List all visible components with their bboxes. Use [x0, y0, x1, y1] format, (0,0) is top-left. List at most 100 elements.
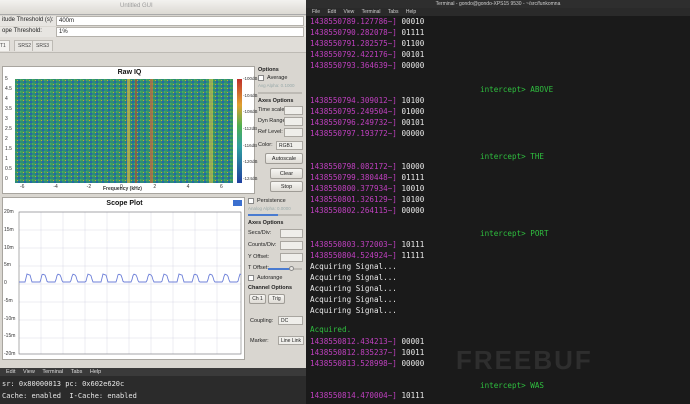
timestamp: 1438550802.264115~] — [310, 206, 397, 215]
bottom-terminal[interactable]: Edit View Terminal Tabs Help sr: 0x80000… — [0, 368, 306, 404]
clear-button[interactable]: Clear — [270, 168, 303, 179]
terminal-line: 1438550800.377934~] 10010 — [310, 184, 424, 194]
intercept-line: intercept> WAS — [480, 381, 545, 390]
y-tick-label: -15m — [4, 333, 16, 340]
menu-terminal[interactable]: Terminal — [42, 369, 63, 375]
terminal-line: Cache: enabled I-Cache: enabled — [2, 392, 137, 400]
terminal-line: 1438550814.470004~] 10111 — [310, 391, 424, 401]
dyn-range-spinner[interactable] — [284, 117, 303, 126]
bit-value: 00000 — [401, 359, 425, 368]
menu-tabs[interactable]: Tabs — [388, 9, 399, 15]
analog-alpha-label: Analog Alpha: 0.0000 — [248, 206, 291, 211]
timestamp: 1438550796.249732~] — [310, 118, 397, 127]
counts-div-spinner[interactable] — [280, 241, 303, 250]
t-offset-knob[interactable] — [289, 266, 294, 271]
y-tick-label: 0 — [4, 280, 7, 286]
coupling-label: Coupling: — [250, 318, 274, 324]
y-tick-label: 5 — [5, 76, 8, 82]
x-tick-label: 4 — [186, 184, 190, 190]
x-tick-label: 6 — [220, 184, 223, 190]
x-tick-label: -2 — [86, 184, 92, 190]
bottom-terminal-menubar: Edit View Terminal Tabs Help — [0, 368, 306, 376]
gui-window: Untitled GUI itude Threshold (s): 400m o… — [0, 0, 306, 368]
bit-value: 01111 — [401, 28, 425, 37]
y-offset-spinner[interactable] — [280, 253, 303, 262]
menu-help[interactable]: Help — [90, 369, 101, 375]
timestamp: 1438550800.377934~] — [310, 184, 397, 193]
secs-div-spinner[interactable] — [280, 229, 303, 238]
bit-value: 01111 — [401, 173, 425, 182]
coupling-select[interactable]: DC — [278, 316, 303, 325]
persistence-checkbox[interactable] — [248, 198, 254, 204]
timestamp: 1438550812.434213~] — [310, 337, 397, 346]
timestamp: 1438550792.422176~] — [310, 50, 397, 59]
timestamp: 1438550804.524924~] — [310, 251, 397, 260]
average-checkbox[interactable] — [258, 75, 264, 81]
gui-tabbar: T1 SRS2 SRS3 — [0, 37, 306, 53]
bit-value: 01000 — [401, 107, 425, 116]
status-line: Acquiring Signal... — [310, 295, 397, 304]
colorbar-tick-label: -108dB — [243, 109, 258, 115]
avg-alpha-label: Avg Alpha: 0.1000 — [258, 83, 295, 88]
colorbar-tick-label: -112dB — [243, 126, 258, 131]
menu-edit[interactable]: Edit — [327, 9, 336, 15]
carrier-line — [135, 79, 137, 183]
right-terminal[interactable]: Terminal - gondo@gondo-XPS15 9530 - ~/sr… — [306, 0, 690, 404]
tab-t1[interactable]: T1 — [0, 40, 10, 51]
menu-help[interactable]: Help — [406, 9, 416, 15]
terminal-line: 1438550812.835237~] 10011 — [310, 348, 424, 358]
y-tick-label: -10m — [4, 315, 16, 322]
terminal-line: 1438550803.372003~] 10111 — [310, 240, 424, 250]
menu-tabs[interactable]: Tabs — [71, 369, 83, 375]
tab-trig[interactable]: Trig — [268, 294, 285, 304]
menu-view[interactable]: View — [23, 369, 35, 375]
menu-view[interactable]: View — [343, 9, 354, 15]
stop-button[interactable]: Stop — [270, 181, 303, 192]
terminal-line: 1438550793.364639~] 00000 — [310, 61, 424, 71]
tab-srs3[interactable]: SRS3 — [32, 40, 54, 51]
timestamp: 1438550801.326129~] — [310, 195, 397, 204]
t-offset-fill — [268, 268, 291, 270]
colorbar-tick-label: -100dB — [243, 76, 258, 81]
avg-alpha-slider[interactable] — [258, 92, 302, 94]
terminal-line: 1438550790.282078~] 01111 — [310, 28, 424, 38]
autorange-checkbox[interactable] — [248, 275, 254, 281]
scope-grid — [19, 211, 241, 355]
marker-label: Marker: — [250, 338, 269, 344]
average-label: Average — [267, 75, 288, 81]
y-tick-label: 1 — [5, 156, 8, 162]
right-terminal-menubar: File Edit View Terminal Tabs Help — [306, 8, 690, 16]
colorbar-tick-label: -124dB — [243, 176, 258, 181]
y-offset-label: Y Offset: — [248, 254, 270, 260]
autoscale-button[interactable]: Autoscale — [265, 153, 303, 164]
color-select[interactable]: RGB1 — [276, 141, 303, 150]
time-scale-spinner[interactable] — [284, 106, 303, 115]
colorbar — [237, 79, 242, 183]
waterfall-field — [15, 79, 233, 183]
menu-terminal[interactable]: Terminal — [362, 9, 381, 15]
timestamp: 1438550791.282575~] — [310, 39, 397, 48]
secs-div-label: Secs/Div: — [248, 230, 272, 236]
scope-plot-area — [18, 211, 242, 355]
timestamp: 1438550803.372003~] — [310, 240, 397, 249]
bit-value: 10111 — [401, 391, 425, 400]
bit-value: 00101 — [401, 118, 425, 127]
tab-ch1[interactable]: Ch 1 — [249, 294, 266, 304]
slope-threshold-label: ope Threshold: — [2, 28, 42, 34]
slope-threshold-row: ope Threshold: 1% — [0, 27, 306, 37]
bit-value: 00000 — [401, 206, 425, 215]
bit-value: 11111 — [401, 251, 425, 260]
ref-level-spinner[interactable] — [284, 128, 303, 137]
menu-edit[interactable]: Edit — [6, 369, 15, 375]
amplitude-threshold-input[interactable]: 400m — [56, 16, 304, 26]
timestamp: 1438550799.380448~] — [310, 173, 397, 182]
menu-file[interactable]: File — [312, 9, 320, 15]
bit-value: 00000 — [401, 129, 425, 138]
carrier-line — [209, 79, 213, 183]
y-tick-label: 5m — [4, 262, 11, 269]
right-terminal-titlebar: Terminal - gondo@gondo-XPS15 9530 - ~/sr… — [306, 0, 690, 8]
bit-value: 00101 — [401, 50, 425, 59]
marker-select[interactable]: Line Link — [278, 336, 304, 345]
terminal-line: 1438550801.326129~] 10100 — [310, 195, 424, 205]
slope-threshold-input[interactable]: 1% — [56, 27, 304, 37]
